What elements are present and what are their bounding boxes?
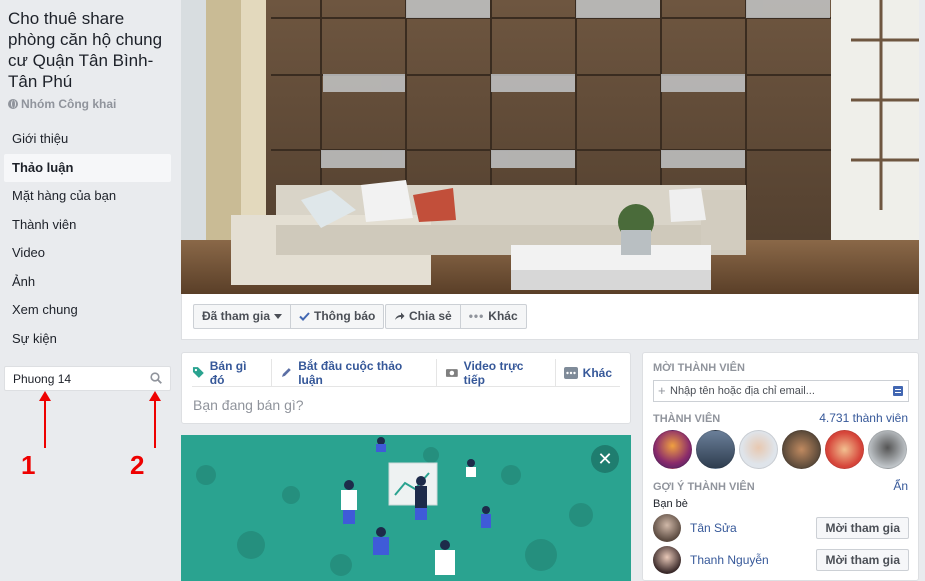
group-title[interactable]: Cho thuê share phòng căn hộ chung cư Quậ… bbox=[8, 8, 176, 92]
left-sidebar: Cho thuê share phòng căn hộ chung cư Quậ… bbox=[0, 0, 178, 581]
pencil-icon bbox=[282, 368, 292, 377]
tag-icon bbox=[192, 367, 204, 378]
annotation-arrow-1 bbox=[39, 391, 51, 448]
nav-item-watch-party[interactable]: Xem chung bbox=[4, 296, 171, 325]
composer-tabs: Bán gì đó Bắt đầu cuộc thảo luận Video t… bbox=[192, 358, 620, 387]
camera-icon bbox=[445, 369, 458, 377]
annotation-label-1: 1 bbox=[21, 450, 36, 480]
composer-tab-label: Bán gì đó bbox=[209, 358, 247, 387]
joined-label: Đã tham gia bbox=[202, 309, 271, 323]
invite-button[interactable]: Mời tham gia bbox=[816, 549, 909, 571]
annotation-label-2: 2 bbox=[130, 450, 145, 480]
search-icon[interactable] bbox=[150, 372, 162, 384]
group-privacy: Nhóm Công khai bbox=[8, 97, 116, 111]
share-button[interactable]: Chia sẻ bbox=[386, 305, 460, 328]
group-search bbox=[4, 366, 171, 391]
membership-button-group: Đã tham gia Thông báo bbox=[193, 304, 385, 329]
avatar[interactable] bbox=[653, 430, 692, 469]
suggestion-row: Thanh Nguyễn Mời tham gia bbox=[653, 545, 909, 575]
more-label: Khác bbox=[488, 309, 518, 323]
banner-close-button[interactable]: ✕ bbox=[591, 445, 619, 473]
nav-item-about[interactable]: Giới thiệu bbox=[4, 125, 171, 154]
nav-item-videos[interactable]: Video bbox=[4, 239, 171, 268]
post-composer: Bán gì đó Bắt đầu cuộc thảo luận Video t… bbox=[181, 352, 631, 424]
share-arrow-icon bbox=[395, 312, 405, 320]
avatar[interactable] bbox=[825, 430, 864, 469]
members-panel: MỜI THÀNH VIÊN + Nhập tên hoặc địa chỉ e… bbox=[642, 352, 919, 581]
nav-item-discussion[interactable]: Thảo luận bbox=[4, 153, 171, 182]
more-button[interactable]: ••• Khác bbox=[459, 305, 526, 328]
invite-placeholder: Nhập tên hoặc địa chỉ email... bbox=[670, 385, 815, 397]
suggestion-name[interactable]: Thanh Nguyễn bbox=[690, 553, 816, 567]
caret-down-icon bbox=[274, 314, 283, 319]
composer-tab-discussion[interactable]: Bắt đầu cuộc thảo luận bbox=[280, 358, 437, 387]
people-illustration bbox=[196, 437, 593, 576]
member-count-link[interactable]: 4.731 thành viên bbox=[819, 411, 908, 425]
close-icon: ✕ bbox=[597, 449, 613, 469]
group-privacy-label: Nhóm Công khai bbox=[21, 97, 117, 111]
share-label: Chia sẻ bbox=[409, 309, 452, 323]
composer-tab-sell[interactable]: Bán gì đó bbox=[192, 358, 273, 387]
suggestion-row: Tân Sửa Mời tham gia bbox=[653, 513, 909, 543]
more-dots-icon: ••• bbox=[468, 309, 485, 323]
group-search-input[interactable] bbox=[5, 367, 145, 390]
nav-item-your-items[interactable]: Mặt hàng của bạn bbox=[4, 182, 171, 211]
contact-book-icon bbox=[893, 386, 903, 396]
joined-dropdown-button[interactable]: Đã tham gia bbox=[194, 305, 290, 328]
notifications-button[interactable]: Thông báo bbox=[290, 305, 383, 328]
avatar[interactable] bbox=[653, 546, 681, 574]
suggestion-name[interactable]: Tân Sửa bbox=[690, 521, 816, 535]
composer-tab-label: Video trực tiếp bbox=[463, 358, 524, 387]
globe-icon bbox=[8, 99, 18, 109]
invite-heading: MỜI THÀNH VIÊN bbox=[653, 362, 745, 374]
cover-action-bar: Đã tham gia Thông báo Chia sẻ ••• Khác bbox=[181, 294, 919, 340]
invite-members-input[interactable]: + Nhập tên hoặc địa chỉ email... bbox=[653, 380, 909, 402]
composer-tab-live-video[interactable]: Video trực tiếp bbox=[445, 358, 556, 387]
plus-icon: + bbox=[658, 383, 666, 398]
nav-item-events[interactable]: Sự kiện bbox=[4, 325, 171, 354]
composer-input[interactable]: Bạn đang bán gì? bbox=[193, 397, 304, 413]
composer-tab-more[interactable]: Khác bbox=[563, 365, 620, 380]
nav-item-photos[interactable]: Ảnh bbox=[4, 268, 171, 297]
suggestions-heading: GỢI Ý THÀNH VIÊN bbox=[653, 481, 755, 493]
annotation-arrow-2 bbox=[149, 391, 161, 448]
avatar[interactable] bbox=[739, 430, 778, 469]
promo-banner: ✕ bbox=[181, 435, 631, 581]
avatar[interactable] bbox=[868, 430, 907, 469]
cover-photo[interactable] bbox=[181, 0, 919, 294]
composer-tab-label: Khác bbox=[582, 365, 612, 380]
avatar[interactable] bbox=[653, 514, 681, 542]
members-heading: THÀNH VIÊN bbox=[653, 413, 721, 425]
composer-tab-label: Bắt đầu cuộc thảo luận bbox=[298, 358, 403, 387]
share-button-group: Chia sẻ ••• Khác bbox=[385, 304, 527, 329]
invite-button[interactable]: Mời tham gia bbox=[816, 517, 909, 539]
notifications-label: Thông báo bbox=[314, 309, 376, 323]
more-icon bbox=[563, 366, 578, 379]
checkmark-icon bbox=[299, 312, 310, 321]
living-room-cover-image bbox=[181, 0, 919, 294]
avatar[interactable] bbox=[696, 430, 735, 469]
hide-suggestions-link[interactable]: Ẩn bbox=[893, 479, 908, 493]
avatar[interactable] bbox=[782, 430, 821, 469]
member-avatars bbox=[653, 430, 907, 469]
nav-item-members[interactable]: Thành viên bbox=[4, 211, 171, 240]
friends-label: Bạn bè bbox=[653, 498, 688, 510]
group-nav: Giới thiệu Thảo luận Mặt hàng của bạn Th… bbox=[4, 125, 171, 353]
facebook-group-page: Cho thuê share phòng căn hộ chung cư Quậ… bbox=[0, 0, 925, 581]
